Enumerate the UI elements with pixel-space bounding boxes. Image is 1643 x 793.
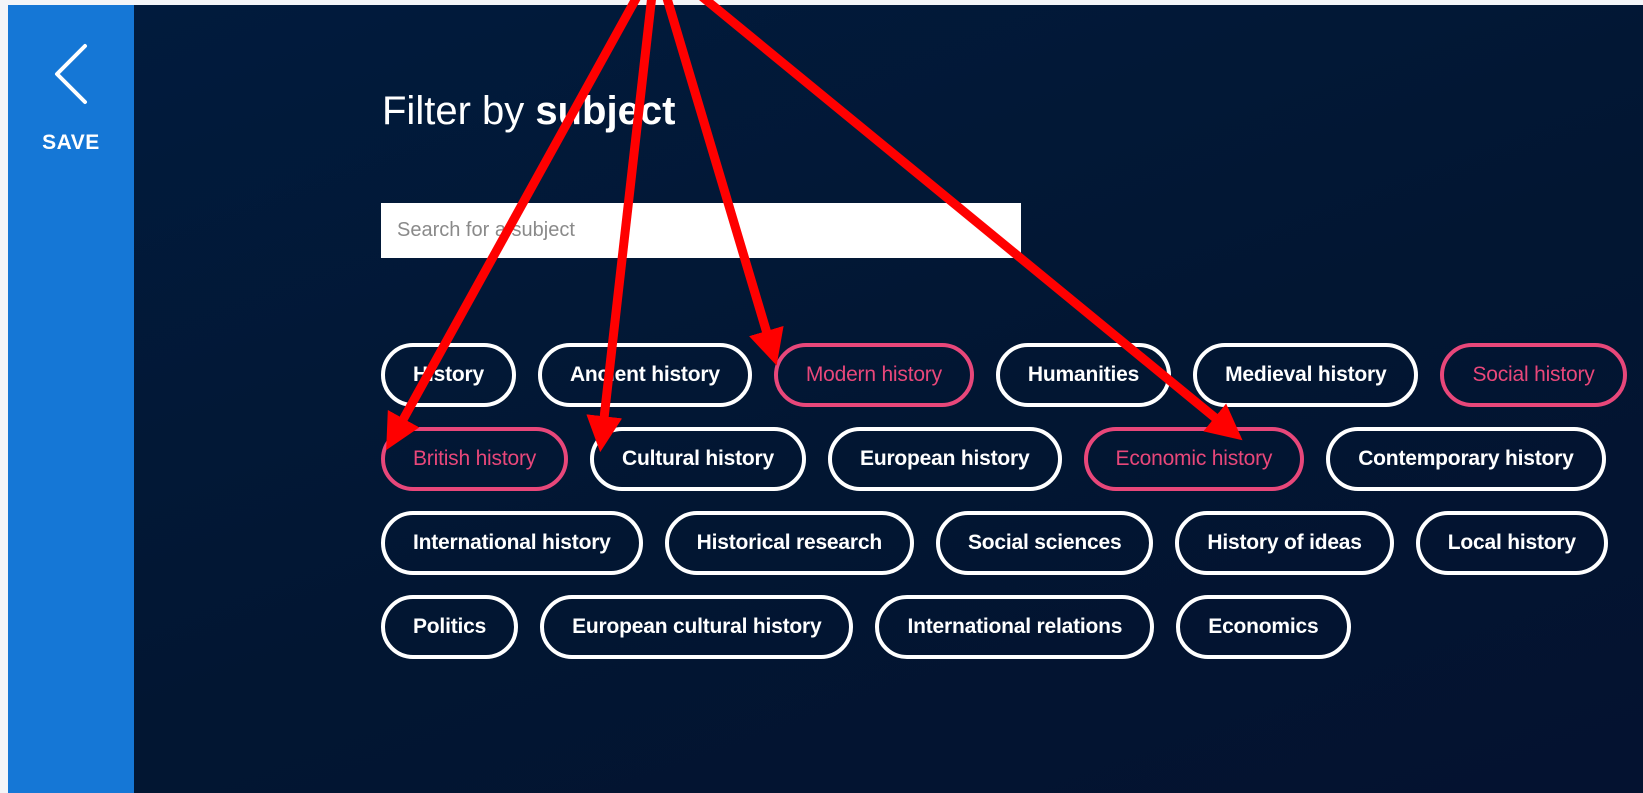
main-panel: Filter by subject History Ancient history… xyxy=(134,5,1643,793)
save-label: SAVE xyxy=(42,131,100,154)
subject-chip[interactable]: Economics xyxy=(1176,595,1351,659)
subject-chip[interactable]: Ancient history xyxy=(537,343,752,407)
subject-chip[interactable]: European history xyxy=(828,427,1062,491)
subject-search-input[interactable] xyxy=(381,203,1021,258)
subject-chip[interactable]: History of ideas xyxy=(1175,511,1394,575)
subject-chip-selected[interactable]: Modern history xyxy=(773,343,974,407)
subject-chip[interactable]: Medieval history xyxy=(1193,343,1419,407)
subject-chip[interactable]: International history xyxy=(381,511,643,575)
chevron-left-icon xyxy=(52,43,90,105)
subject-chip-list: History Ancient history Modern history Huma… xyxy=(381,343,1641,659)
screenshot-stage: SAVE Filter by subject History Ancient hi… xyxy=(0,0,1643,793)
page-title: Filter by subject xyxy=(382,89,675,133)
filter-panel: SAVE Filter by subject History Ancient hi… xyxy=(8,5,1643,793)
subject-chip[interactable]: Social sciences xyxy=(935,511,1154,575)
subject-chip[interactable]: History xyxy=(381,343,516,407)
subject-chip-selected[interactable]: British history xyxy=(381,427,569,491)
save-back-button[interactable]: SAVE xyxy=(42,43,100,155)
subject-chip[interactable]: Humanities xyxy=(995,343,1172,407)
subject-chip[interactable]: Local history xyxy=(1415,511,1608,575)
subject-chip[interactable]: Politics xyxy=(381,595,519,659)
title-prefix: Filter by xyxy=(382,89,525,133)
sidebar: SAVE xyxy=(8,5,134,793)
subject-chip[interactable]: Cultural history xyxy=(590,427,807,491)
subject-chip[interactable]: Historical research xyxy=(664,511,914,575)
subject-chip[interactable]: Contemporary history xyxy=(1326,427,1606,491)
subject-chip[interactable]: International relations xyxy=(875,595,1155,659)
title-emphasis: subject xyxy=(535,89,676,133)
subject-chip-selected[interactable]: Economic history xyxy=(1083,427,1305,491)
subject-chip[interactable]: European cultural history xyxy=(540,595,854,659)
subject-chip-selected[interactable]: Social history xyxy=(1440,343,1627,407)
